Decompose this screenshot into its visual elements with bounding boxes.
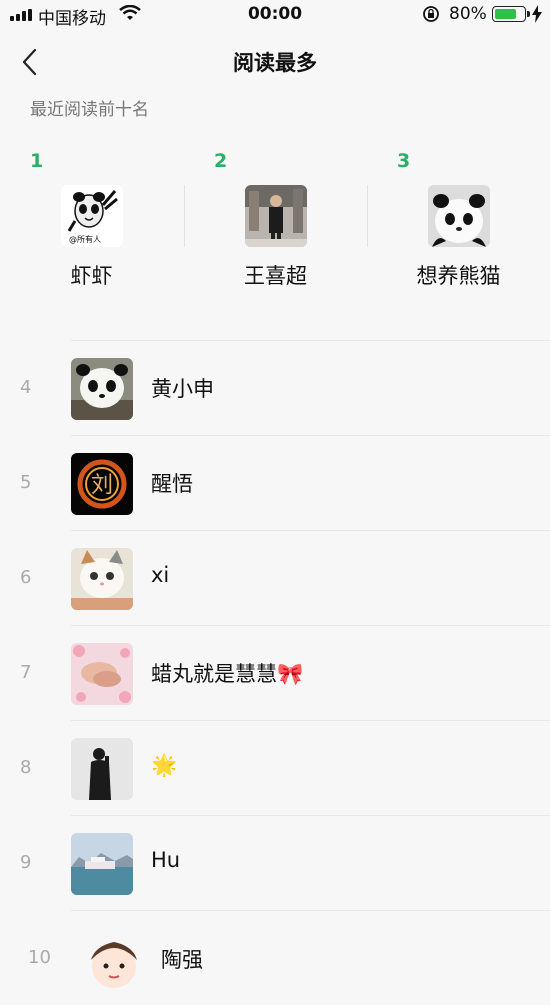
reader-name: 陶强 bbox=[161, 948, 203, 972]
avatar bbox=[83, 930, 145, 992]
avatar bbox=[71, 358, 133, 420]
divider bbox=[71, 815, 550, 816]
reader-name: 醒悟 bbox=[151, 472, 193, 496]
rank-number: 8 bbox=[20, 757, 32, 778]
divider bbox=[71, 435, 550, 436]
list-item[interactable]: 6 xi bbox=[0, 530, 550, 625]
rank-number: 3 bbox=[397, 150, 411, 172]
reader-list: 4 黄小申 5 刘 醒悟 6 xi 7 蜡丸就是慧慧🎀 8 🌟 9 Hu 10 … bbox=[0, 340, 550, 1005]
battery-fill bbox=[495, 9, 516, 19]
divider bbox=[71, 625, 550, 626]
top-reader-2[interactable]: 2 王喜超 bbox=[184, 140, 367, 340]
top-reader-1[interactable]: 1 @所有人 虾虾 bbox=[0, 140, 183, 340]
rank-number: 10 bbox=[28, 947, 51, 968]
reader-name: 王喜超 bbox=[244, 264, 307, 288]
orientation-lock-icon bbox=[423, 6, 439, 22]
svg-text:刘: 刘 bbox=[91, 473, 113, 498]
reader-name: xi bbox=[151, 563, 170, 587]
top-three: 1 @所有人 虾虾 2 王喜超 3 想养熊猫 bbox=[0, 140, 550, 340]
divider bbox=[71, 720, 550, 721]
rank-number: 5 bbox=[20, 472, 32, 493]
reader-name: 黄小申 bbox=[151, 377, 214, 401]
battery-percent: 80% bbox=[449, 4, 487, 24]
divider bbox=[71, 910, 550, 911]
rank-number: 2 bbox=[214, 150, 228, 172]
section-subtitle: 最近阅读前十名 bbox=[30, 100, 149, 120]
avatar: 刘 bbox=[71, 453, 133, 515]
top-reader-3[interactable]: 3 想养熊猫 bbox=[367, 140, 550, 340]
reader-name: 蜡丸就是慧慧🎀 bbox=[151, 662, 304, 686]
avatar bbox=[71, 833, 133, 895]
avatar bbox=[71, 548, 133, 610]
svg-text:@所有人: @所有人 bbox=[69, 234, 101, 244]
rank-number: 6 bbox=[20, 567, 32, 588]
rank-number: 1 bbox=[30, 150, 44, 172]
list-item[interactable]: 8 🌟 bbox=[0, 720, 550, 815]
reader-name: Hu bbox=[151, 848, 181, 872]
list-item[interactable]: 10 陶强 bbox=[0, 910, 550, 1005]
page-title: 阅读最多 bbox=[233, 51, 317, 75]
reader-name: 🌟 bbox=[151, 753, 178, 777]
list-item[interactable]: 9 Hu bbox=[0, 815, 550, 910]
avatar bbox=[71, 643, 133, 705]
rank-number: 9 bbox=[20, 852, 32, 873]
charging-icon bbox=[532, 5, 542, 23]
rank-number: 4 bbox=[20, 377, 32, 398]
status-bar: 中国移动 00:00 80% bbox=[0, 0, 550, 30]
avatar bbox=[71, 738, 133, 800]
list-item[interactable]: 5 刘 醒悟 bbox=[0, 435, 550, 530]
divider bbox=[71, 530, 550, 531]
avatar: @所有人 bbox=[61, 185, 123, 247]
rank-number: 7 bbox=[20, 662, 32, 683]
battery-icon bbox=[492, 6, 530, 22]
reader-name: 想养熊猫 bbox=[416, 264, 501, 288]
reader-name: 虾虾 bbox=[70, 264, 113, 288]
avatar bbox=[428, 185, 490, 247]
avatar bbox=[245, 185, 307, 247]
list-item[interactable]: 4 黄小申 bbox=[0, 340, 550, 435]
list-item[interactable]: 7 蜡丸就是慧慧🎀 bbox=[0, 625, 550, 720]
divider bbox=[71, 340, 550, 341]
